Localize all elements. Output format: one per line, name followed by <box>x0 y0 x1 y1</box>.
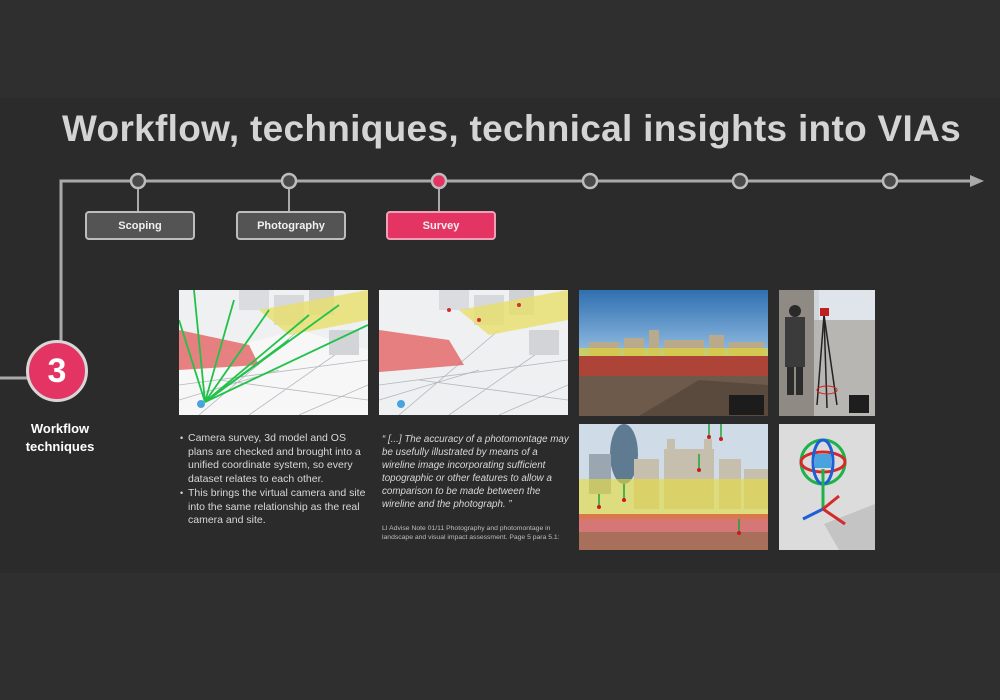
bullet-item: This brings the virtual camera and site … <box>180 487 370 528</box>
timeline-node-active <box>430 172 448 190</box>
bullet-item: Camera survey, 3d model and OS plans are… <box>180 432 370 486</box>
stage-button-photography[interactable]: Photography <box>236 211 346 240</box>
stage-button-scoping[interactable]: Scoping <box>85 211 195 240</box>
quote-text: “ [...] The accuracy of a photomontage m… <box>382 434 569 510</box>
stage-button-survey[interactable]: Survey <box>386 211 496 240</box>
timeline-node <box>581 172 599 190</box>
step-number-badge: 3 <box>26 340 88 402</box>
quote-citation: LI Advise Note 01/11 Photography and pho… <box>382 525 560 541</box>
image-camera-gizmo <box>779 424 875 550</box>
image-photo-tower-markers <box>579 424 768 550</box>
bullet-list: Camera survey, 3d model and OS plans are… <box>180 432 370 529</box>
image-3d-model-sightlines <box>179 290 368 415</box>
image-photo-tripod <box>779 290 875 416</box>
timeline-node <box>280 172 298 190</box>
step-label-line2: techniques <box>25 439 95 454</box>
step-label: Workflow techniques <box>0 420 120 456</box>
step-label-line1: Workflow <box>30 421 90 436</box>
slide: Workflow, techniques, technical insights… <box>0 0 1000 700</box>
timeline-node <box>731 172 749 190</box>
timeline-arrow <box>970 175 984 187</box>
timeline-node <box>881 172 899 190</box>
timeline-node <box>129 172 147 190</box>
image-3d-model-zones <box>379 290 568 415</box>
image-photo-skyline <box>579 290 768 416</box>
